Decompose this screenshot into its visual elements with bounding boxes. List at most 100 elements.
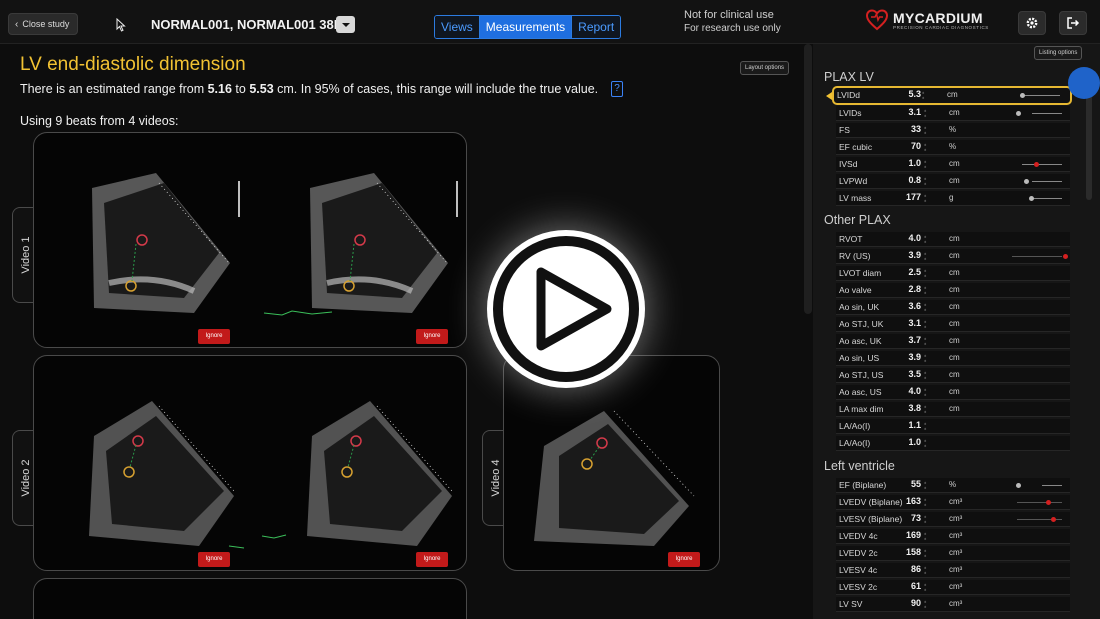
uncertainty-icon: ± ± — [924, 353, 927, 363]
patient-menu-button[interactable] — [336, 16, 355, 33]
close-study-label: Close study — [22, 19, 70, 29]
measurement-unit: cm³ — [949, 565, 963, 574]
measurement-unit: cm — [947, 90, 958, 99]
reference-marker-icon — [1020, 93, 1025, 98]
uncertainty-icon: ± ± — [924, 387, 927, 397]
settings-button[interactable] — [1018, 11, 1046, 35]
measurement-value: 158 — [905, 547, 921, 557]
ignore-button[interactable]: Ignore — [416, 552, 448, 567]
measurement-row[interactable]: LVESV 4c 86 ± ± cm³ — [836, 563, 1070, 578]
measurement-name: EF (Biplane) — [839, 480, 887, 490]
measurement-unit: cm — [949, 319, 960, 328]
measurement-row[interactable]: LVEDV (Biplane) 163 ± ± cm³ — [836, 495, 1070, 510]
measurement-unit: cm — [949, 251, 960, 260]
measurement-row[interactable]: LA/Ao(I) 1.1 ± ± — [836, 419, 1070, 434]
help-icon[interactable]: ? — [611, 81, 623, 97]
measurement-name: LVEDV (Biplane) — [839, 497, 903, 507]
measurement-row[interactable]: LVOT diam 2.5 ± ± cm — [836, 266, 1070, 281]
mouse-cursor-icon — [116, 18, 126, 32]
measurement-row[interactable]: RVOT 4.0 ± ± cm — [836, 232, 1070, 247]
echo-image — [89, 401, 453, 549]
measurement-row[interactable]: LVEDV 2c 158 ± ± cm³ — [836, 546, 1070, 561]
measurement-value: 3.5 — [908, 369, 921, 379]
uncertainty-icon: ± ± — [924, 514, 927, 524]
close-study-button[interactable]: ‹ Close study — [8, 13, 79, 35]
measurement-name: Ao STJ, US — [839, 370, 884, 380]
measurement-row[interactable]: Ao valve 2.8 ± ± cm — [836, 283, 1070, 298]
measurement-row[interactable]: LVIDd 5.3 ± ± cm — [832, 86, 1072, 105]
uncertainty-icon: ± ± — [922, 90, 925, 100]
layout-options-button[interactable]: Layout options — [740, 61, 790, 75]
measurement-row[interactable]: LVIDs 3.1 ± ± cm — [836, 106, 1070, 121]
measurement-value: 1.0 — [908, 158, 921, 168]
measurement-row[interactable]: Ao asc, US 4.0 ± ± cm — [836, 385, 1070, 400]
brand-tagline: PRECISION CARDIAC DIAGNOSTICS — [893, 24, 989, 30]
listing-options-button[interactable]: Listing options — [1034, 46, 1083, 60]
uncertainty-icon: ± ± — [924, 370, 927, 380]
measurement-row[interactable]: Ao sin, UK 3.6 ± ± cm — [836, 300, 1070, 315]
measurement-row[interactable]: LVEDV 4c 169 ± ± cm³ — [836, 529, 1070, 544]
measurement-row[interactable]: LVPWd 0.8 ± ± cm — [836, 174, 1070, 189]
measurement-name: LA/Ao(I) — [839, 421, 871, 431]
range-suffix: cm. In 95% of cases, this range will inc… — [273, 82, 599, 96]
measurement-name: Ao valve — [839, 285, 872, 295]
tab-views[interactable]: Views — [435, 16, 479, 38]
measurement-row[interactable]: LV mass 177 ± ± g — [836, 191, 1070, 206]
measurement-value: 2.8 — [908, 284, 921, 294]
logout-button[interactable] — [1059, 11, 1087, 35]
ignore-button[interactable]: Ignore — [416, 329, 448, 344]
measurement-row[interactable]: EF cubic 70 ± ±% — [836, 140, 1070, 155]
measurement-name: RVOT — [839, 234, 863, 244]
measurement-unit: cm — [949, 353, 960, 362]
measurement-row[interactable]: Ao sin, US 3.9 ± ± cm — [836, 351, 1070, 366]
section-title-plax-lv: PLAX LV — [824, 70, 874, 84]
video-2-tab[interactable]: Video 2 — [12, 430, 34, 526]
main-scrollbar[interactable] — [804, 44, 812, 314]
reference-marker-icon — [1051, 517, 1056, 522]
video-1-tab[interactable]: Video 1 — [12, 207, 34, 303]
measurement-value: 73 — [910, 513, 921, 523]
video-2-card: Ignore Ignore — [33, 355, 467, 571]
reference-range-bar — [1022, 164, 1062, 165]
measurement-row[interactable]: LA max dim 3.8 ± ± cm — [836, 402, 1070, 417]
measurement-unit: cm³ — [949, 582, 963, 591]
ignore-button[interactable]: Ignore — [198, 329, 230, 344]
measurement-row[interactable]: Ao STJ, UK 3.1 ± ± cm — [836, 317, 1070, 332]
measurement-name: Ao asc, US — [839, 387, 882, 397]
cursor-highlight-icon — [1068, 67, 1100, 99]
ignore-button[interactable]: Ignore — [198, 552, 230, 567]
range-prefix: There is an estimated range from — [20, 82, 208, 96]
measurement-row[interactable]: LVESV (Biplane) 73 ± ± cm³ — [836, 512, 1070, 527]
measurement-value: 5.3 — [908, 89, 921, 99]
page-title: LV end-diastolic dimension — [20, 54, 246, 75]
measurement-row[interactable]: LVESV 2c 61 ± ± cm³ — [836, 580, 1070, 595]
play-button[interactable] — [487, 230, 645, 388]
measurement-row[interactable]: FS 33 ± ±% — [836, 123, 1070, 138]
measurement-value: 3.1 — [908, 318, 921, 328]
measurement-value: 70 — [910, 141, 921, 151]
sidebar-scrollbar[interactable] — [1086, 92, 1092, 200]
measurement-row[interactable]: LV SV 90 ± ± cm³ — [836, 597, 1070, 612]
reference-marker-icon — [1063, 254, 1068, 259]
measurement-row[interactable]: Ao STJ, US 3.5 ± ± cm — [836, 368, 1070, 383]
tab-measurements[interactable]: Measurements — [478, 16, 572, 38]
heart-logo-icon — [866, 9, 888, 31]
measurement-row[interactable]: LA/Ao(I) 1.0 ± ± — [836, 436, 1070, 451]
reference-range-bar — [1032, 181, 1062, 182]
reference-range-bar — [1020, 95, 1060, 96]
measurement-value: 61 — [910, 581, 921, 591]
measurement-row[interactable]: EF (Biplane) 55 ± ±% — [836, 478, 1070, 493]
measurement-name: LVIDs — [839, 108, 862, 118]
ignore-button[interactable]: Ignore — [668, 552, 700, 567]
tab-report[interactable]: Report — [571, 16, 621, 38]
brand-logo: MYCARDIUM PRECISION CARDIAC DIAGNOSTICS — [866, 9, 989, 31]
measurement-row[interactable]: IVSd 1.0 ± ± cm — [836, 157, 1070, 172]
measurement-value: 177 — [905, 192, 921, 202]
measurement-name: LVIDd — [837, 90, 860, 100]
measurement-row[interactable]: Ao asc, UK 3.7 ± ± cm — [836, 334, 1070, 349]
uncertainty-icon: ± ± — [924, 193, 927, 203]
section-title-left-ventricle: Left ventricle — [824, 459, 895, 473]
video-4-tab[interactable]: Video 4 — [482, 430, 504, 526]
uncertainty-icon: ± ± — [924, 319, 927, 329]
measurement-row[interactable]: RV (US) 3.9 ± ± cm — [836, 249, 1070, 264]
